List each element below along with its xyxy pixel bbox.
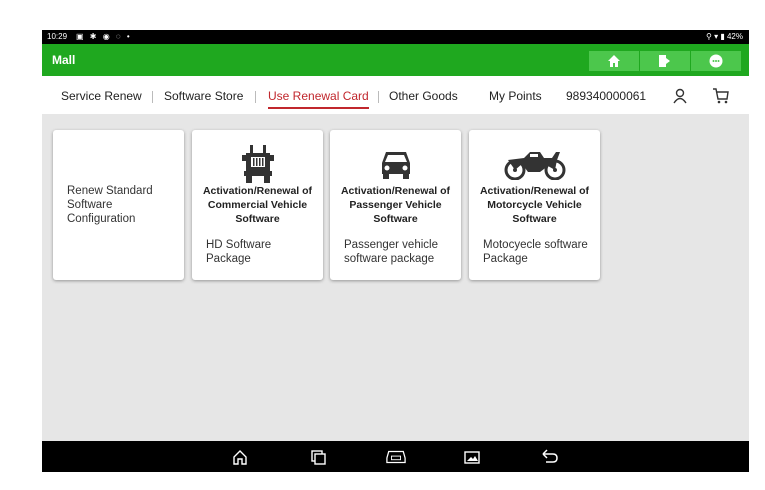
tab-bar: Service Renew Software Store Use Renewal… [42,76,749,114]
wifi-icon: ▾ [714,32,719,41]
app-title: Mall [52,53,76,67]
car-icon [381,152,410,179]
card-renew-standard[interactable]: Renew Standard Software Configuration [53,130,184,280]
app-bar: Mall [42,44,749,76]
motorcycle-icon [504,152,565,180]
card-motorcycle[interactable]: Activation/Renewal of Motorcycle Vehicle… [469,130,600,280]
tab-service-renew[interactable]: Service Renew [61,76,142,114]
nav-recents-button[interactable] [308,447,328,467]
nav-vci-button[interactable] [386,447,406,467]
card-title: Activation/Renewal of Passenger Vehicle … [340,185,451,225]
tab-divider [255,91,256,103]
tab-other-goods[interactable]: Other Goods [389,76,458,114]
nav-back-button[interactable] [540,447,560,467]
cart-button[interactable] [712,87,730,105]
message-button[interactable] [691,51,741,71]
home-icon [608,55,620,67]
recents-icon [311,450,326,465]
card-title: Renew Standard Software Configuration [67,185,153,225]
battery-level: 42% [726,32,743,41]
truck-icon [241,145,274,183]
tab-divider [378,91,379,103]
my-points-label: My Points [489,89,542,103]
user-icon [673,88,687,104]
vci-icon [386,450,406,464]
card-description: Motocyecle software Package [483,239,588,265]
points-value: 989340000061 [566,89,647,103]
home-button[interactable] [589,51,639,71]
card-title: Activation/Renewal of Motorcycle Vehicle… [479,185,590,225]
navigation-bar [42,441,749,472]
status-notification-icons: ▣ ✱ ◉ ◌ • [76,32,132,41]
location-icon: ⚲ [706,32,712,41]
cart-icon [713,88,729,104]
tab-software-store[interactable]: Software Store [164,76,243,114]
card-description: Passenger vehicle software package [344,239,438,265]
tab-divider [152,91,153,103]
card-passenger-vehicle[interactable]: Activation/Renewal of Passenger Vehicle … [330,130,461,280]
back-icon [542,449,558,463]
screenshot-icon [464,451,480,464]
status-bar: 10:29 ▣ ✱ ◉ ◌ • ⚲ ▾ ▮ 42% [42,30,749,44]
home-nav-icon [233,450,247,465]
status-time: 10:29 [47,32,68,41]
card-title: Activation/Renewal of Commercial Vehicle… [202,185,313,225]
status-right-icons: ⚲ ▾ ▮ 42% [706,30,743,44]
battery-icon: ▮ [720,32,725,41]
nav-screenshot-button[interactable] [462,447,482,467]
nav-home-button[interactable] [230,447,250,467]
device-screen: 10:29 ▣ ✱ ◉ ◌ • ⚲ ▾ ▮ 42% Mall Service R… [42,30,749,472]
exit-button[interactable] [640,51,690,71]
tab-use-renewal-card[interactable]: Use Renewal Card [268,76,369,114]
card-description: HD Software Package [206,239,272,265]
message-icon [709,54,723,68]
exit-icon [659,55,670,67]
card-commercial-vehicle[interactable]: Activation/Renewal of Commercial Vehicle… [192,130,323,280]
user-button[interactable] [672,88,688,104]
